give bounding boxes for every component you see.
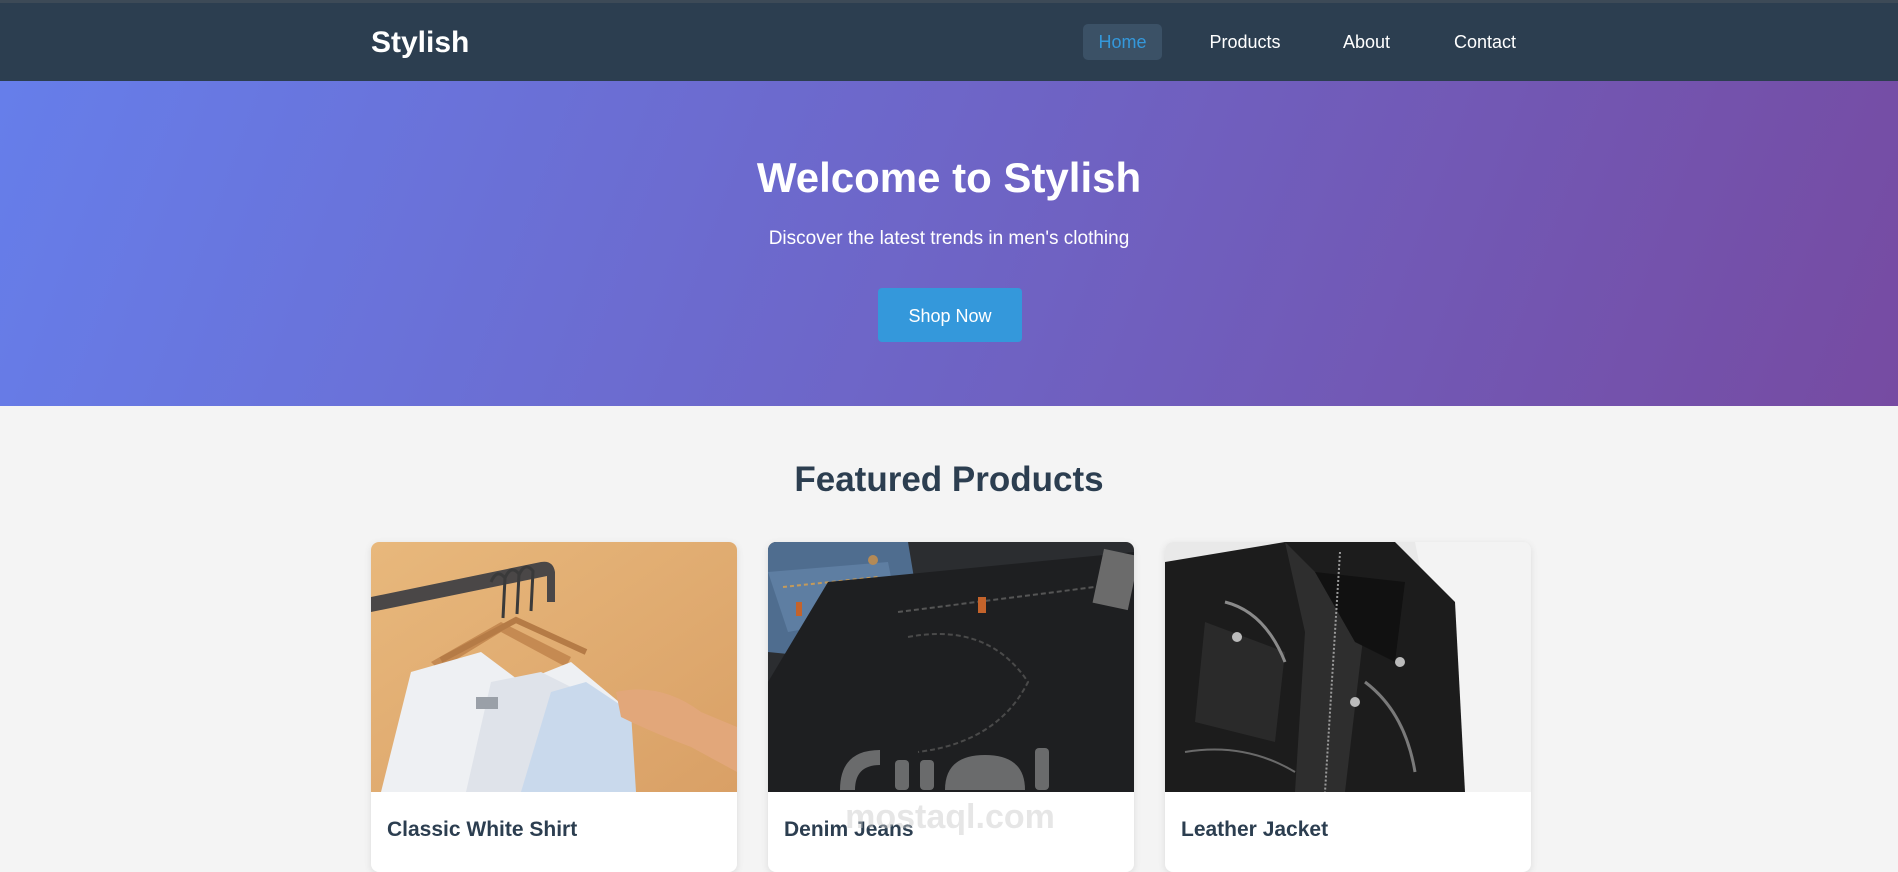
product-title[interactable]: Classic White Shirt [387,817,577,843]
denim-jeans-image[interactable] [768,542,1134,792]
leather-jacket-image[interactable] [1165,542,1531,792]
product-card[interactable]: Leather Jacket [1165,542,1531,872]
product-card[interactable]: Classic White Shirt [371,542,737,872]
navbar: Stylish Home Products About Contact [0,0,1898,81]
product-card[interactable]: Denim Jeans [768,542,1134,872]
hero-subtitle: Discover the latest trends in men's clot… [768,228,1130,249]
nav-item-about[interactable]: About [1329,24,1404,60]
hero-title: Welcome to Stylish [756,154,1142,201]
product-title[interactable]: Leather Jacket [1181,817,1328,843]
product-title[interactable]: Denim Jeans [784,817,914,843]
nav-menu: Home Products About Contact [0,24,1898,60]
white-shirt-image[interactable] [371,542,737,792]
hero-banner: Welcome to Stylish Discover the latest t… [0,81,1898,406]
nav-item-contact[interactable]: Contact [1440,24,1530,60]
shop-now-button[interactable]: Shop Now [878,288,1022,342]
nav-item-products[interactable]: Products [1195,24,1295,60]
featured-products-heading: Featured Products [794,460,1104,499]
nav-item-home[interactable]: Home [1083,24,1162,60]
